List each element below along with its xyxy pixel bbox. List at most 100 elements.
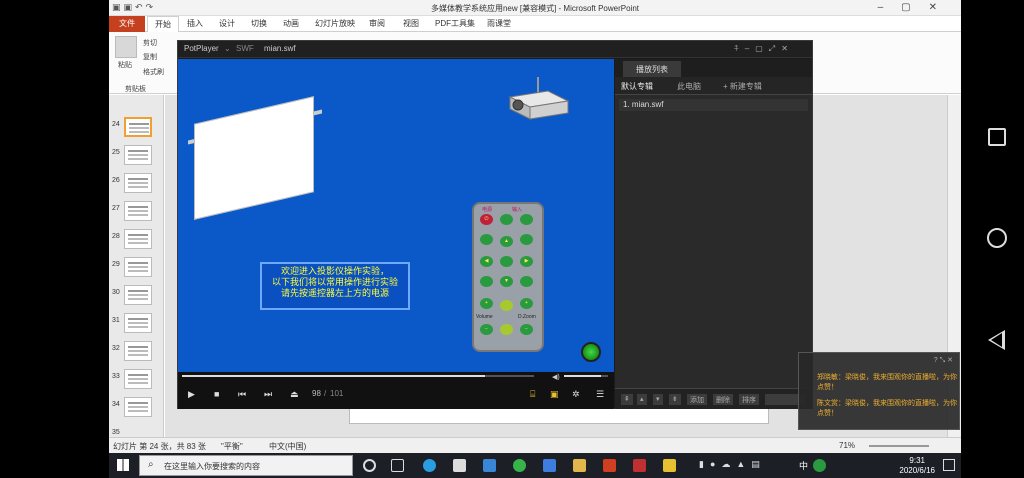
zoom-out-button[interactable]: − (520, 324, 533, 335)
slide-thumb[interactable] (124, 285, 152, 305)
tab-default-album[interactable]: 默认专辑 (621, 81, 653, 92)
taskbar-search-box[interactable]: ⌕ 在这里输入你要搜索的内容 (139, 455, 353, 476)
zoom-slider[interactable] (869, 445, 929, 447)
task-view-icon[interactable] (391, 459, 404, 472)
home-icon[interactable] (987, 228, 1007, 248)
slide-thumb[interactable] (124, 145, 152, 165)
mail-icon[interactable] (483, 459, 496, 472)
cut-button[interactable]: 剪切 (143, 38, 157, 48)
potplayer-window-controls[interactable]: ⍏–▢⤢✕ (734, 44, 794, 54)
remote-button[interactable] (500, 214, 513, 225)
remote-control: 电源 输入 ⏻ ▲ ◀ ▶ ▼ + + Volume D.Zoom − − (472, 202, 544, 352)
remote-button[interactable] (500, 324, 513, 335)
paste-button[interactable]: 粘贴 (118, 60, 132, 70)
tab-insert[interactable]: 插入 (187, 18, 203, 29)
next-icon[interactable]: ⏭ (264, 389, 272, 400)
zoom-in-button[interactable]: + (520, 298, 533, 309)
menu-icon[interactable]: ☰ (596, 389, 604, 400)
slide-thumb[interactable] (124, 341, 152, 361)
tab-design[interactable]: 设计 (219, 18, 235, 29)
left-button[interactable]: ◀ (480, 256, 493, 267)
slide-thumb[interactable] (124, 313, 152, 333)
volume-down-button[interactable]: − (480, 324, 493, 335)
remote-button[interactable] (520, 276, 533, 287)
window-controls[interactable]: –▢✕ (878, 2, 955, 13)
paste-icon[interactable] (115, 36, 137, 58)
back-icon[interactable] (988, 330, 1005, 350)
power-button[interactable]: ⏻ (480, 214, 493, 225)
settings-icon[interactable]: ✲ (572, 389, 580, 400)
slide-thumb[interactable] (124, 201, 152, 221)
remote-button[interactable] (480, 234, 493, 245)
recorder-icon[interactable] (633, 459, 646, 472)
slide-thumb[interactable] (124, 257, 152, 277)
slide-thumb[interactable] (124, 229, 152, 249)
store-icon[interactable] (453, 459, 466, 472)
add-button[interactable]: 添加 (687, 394, 707, 405)
move-bottom-icon[interactable]: ⇟ (669, 394, 681, 405)
windows-start-icon[interactable] (117, 459, 129, 471)
file-explorer-icon[interactable] (573, 459, 586, 472)
slide-thumb[interactable] (124, 397, 152, 417)
potplayer-menu-arrow[interactable]: ⌄ (224, 44, 231, 53)
tab-transitions[interactable]: 切换 (251, 18, 267, 29)
remote-button[interactable] (500, 300, 513, 311)
recent-apps-icon[interactable] (988, 128, 1006, 146)
powerpoint-icon[interactable] (603, 459, 616, 472)
wechat-icon[interactable] (513, 459, 526, 472)
new-album-button[interactable]: + 新建专辑 (723, 81, 762, 92)
down-button[interactable]: ▼ (500, 276, 513, 287)
remote-button[interactable] (520, 234, 533, 245)
right-button[interactable]: ▶ (520, 256, 533, 267)
eject-icon[interactable]: ⏏ (290, 389, 299, 400)
edge-icon[interactable] (423, 459, 436, 472)
tab-file[interactable]: 文件 (109, 16, 145, 32)
zoom-level[interactable]: 71% (839, 441, 855, 450)
tab-view[interactable]: 视图 (403, 18, 419, 29)
previous-icon[interactable]: ⏮ (238, 389, 246, 400)
playlist-item[interactable]: 1. mian.swf (619, 99, 808, 111)
video-area[interactable]: 欢迎进入投影仪操作实验， 以下我们将以常用操作进行实验 请先按遥控器左上方的电源… (178, 59, 614, 372)
tab-this-pc[interactable]: 此电脑 (677, 81, 701, 92)
tab-playlist[interactable]: 播放列表 (623, 61, 681, 77)
potplayer-taskbar-icon[interactable] (663, 459, 676, 472)
potplayer-menu-button[interactable]: PotPlayer (184, 44, 219, 53)
notification-icon[interactable] (943, 459, 955, 471)
copy-button[interactable]: 复制 (143, 52, 157, 62)
remote-button[interactable] (480, 276, 493, 287)
remote-button[interactable] (520, 214, 533, 225)
subtitle-icon[interactable]: ⌸ (530, 389, 535, 400)
tab-animations[interactable]: 动画 (283, 18, 299, 29)
format-painter-button[interactable]: 格式刷 (143, 67, 164, 77)
delete-button[interactable]: 删除 (713, 394, 733, 405)
ribbon-tabs: 文件 开始 插入 设计 切换 动画 幻灯片放映 审阅 视图 PDF工具集 雨课堂 (109, 16, 961, 33)
projector-icon[interactable] (504, 75, 572, 123)
tab-pdf-tools[interactable]: PDF工具集 (435, 18, 475, 29)
sort-button[interactable]: 排序 (739, 394, 759, 405)
comment-panel-controls[interactable]: ? ⤡ ✕ (934, 356, 953, 365)
slide-thumb[interactable] (124, 173, 152, 193)
ime-indicator[interactable]: 中 (799, 459, 808, 472)
slide-thumb[interactable] (124, 369, 152, 389)
up-button[interactable]: ▲ (500, 236, 513, 247)
ok-button[interactable] (500, 256, 513, 267)
tab-slideshow[interactable]: 幻灯片放映 (315, 18, 355, 29)
tab-home[interactable]: 开始 (147, 16, 179, 33)
slide-counter: 幻灯片 第 24 张，共 83 张 (113, 442, 206, 451)
seek-bar[interactable]: ◀) (178, 372, 614, 381)
ime-icon[interactable] (813, 459, 826, 472)
move-top-icon[interactable]: ⇞ (621, 394, 633, 405)
move-up-icon[interactable]: ▴ (637, 394, 647, 405)
app-icon[interactable] (543, 459, 556, 472)
system-tray-icons[interactable]: ▮●☁▲▤ (699, 459, 766, 470)
play-icon[interactable]: ▶ (188, 389, 195, 400)
taskbar-clock[interactable]: 9:31 2020/6/16 (899, 456, 935, 476)
playlist-toggle-icon[interactable]: ▣ (550, 389, 559, 400)
slide-thumb-selected[interactable] (124, 117, 152, 137)
tab-review[interactable]: 审阅 (369, 18, 385, 29)
move-down-icon[interactable]: ▾ (653, 394, 663, 405)
tab-rain-classroom[interactable]: 雨课堂 (487, 18, 511, 29)
cortana-icon[interactable] (363, 459, 376, 472)
volume-up-button[interactable]: + (480, 298, 493, 309)
stop-icon[interactable]: ■ (214, 389, 219, 399)
